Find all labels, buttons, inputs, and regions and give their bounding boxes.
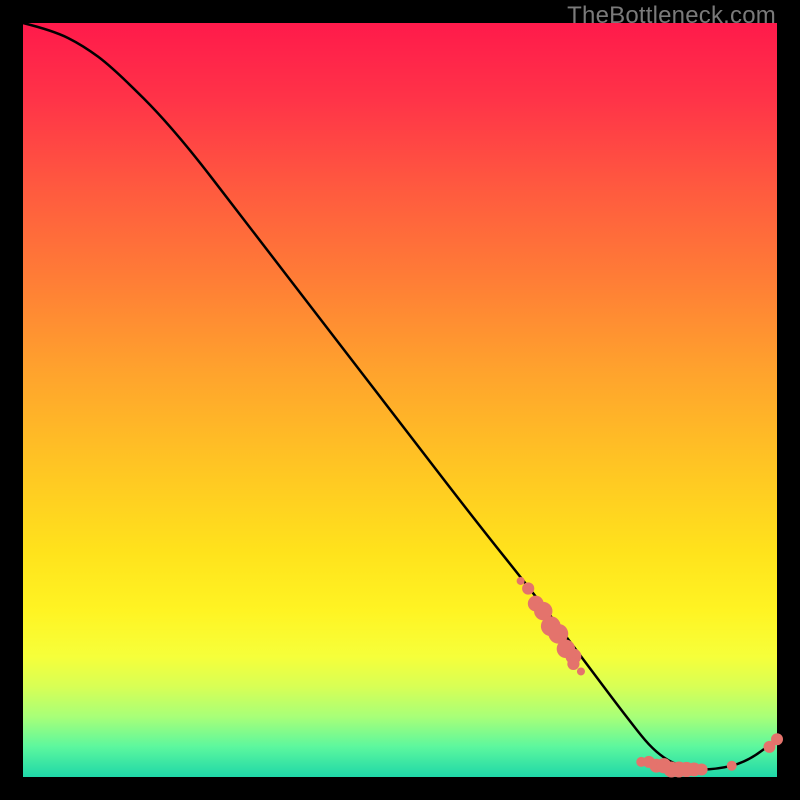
outer-frame: TheBottleneck.com — [0, 0, 800, 800]
data-point — [727, 761, 737, 771]
bottleneck-curve — [23, 23, 777, 769]
data-point — [696, 763, 708, 775]
data-point — [522, 582, 534, 594]
data-point — [771, 733, 783, 745]
data-point — [517, 577, 525, 585]
data-point — [577, 667, 585, 675]
data-point — [567, 658, 579, 670]
chart-svg — [23, 23, 777, 777]
